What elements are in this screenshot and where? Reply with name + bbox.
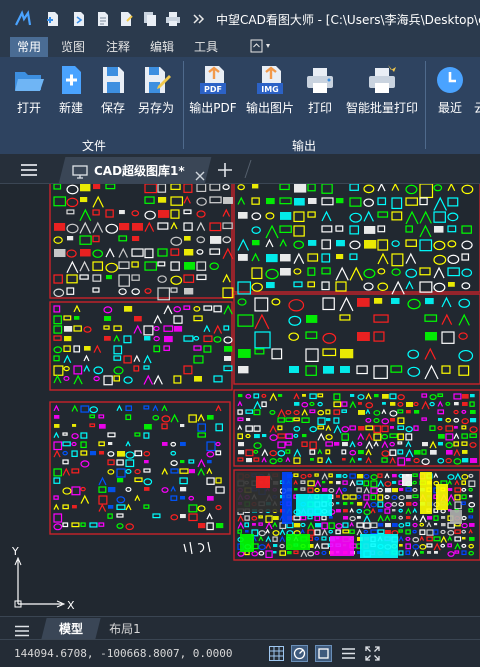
- pdf-export-icon: PDF: [197, 64, 229, 96]
- save-icon: [97, 64, 129, 96]
- ribbon-panel: 打开 新建 保存 另存为 文件 PDF 输出PDF IMG 输出图片 打印 智能…: [0, 57, 480, 154]
- tab-home[interactable]: 常用: [10, 37, 48, 57]
- cad-block-library: [53, 184, 478, 559]
- ucs-icon: Y X: [11, 545, 75, 612]
- printer-icon: [304, 64, 336, 96]
- ribbon-divider: [425, 61, 426, 149]
- ortho-toggle-icon[interactable]: [315, 645, 332, 662]
- save-button[interactable]: 保存: [95, 57, 131, 119]
- export-image-button[interactable]: IMG 输出图片: [244, 57, 296, 119]
- cloud-button-cutoff[interactable]: 云: [474, 99, 480, 116]
- batch-print-button[interactable]: 智能批量打印: [344, 57, 420, 119]
- close-tab-icon[interactable]: [195, 166, 205, 180]
- document-tab[interactable]: CAD超级图库1*: [62, 157, 208, 184]
- image-export-icon: IMG: [254, 64, 286, 96]
- open-file-icon[interactable]: [70, 10, 88, 28]
- ucs-x-label: X: [67, 599, 75, 612]
- save-as-icon: [140, 64, 172, 96]
- ribbon-tab-bar: 常用 览图 注释 编辑 工具: [0, 37, 480, 57]
- snap-toggle-icon[interactable]: [291, 645, 308, 662]
- grid-icon[interactable]: [268, 645, 285, 662]
- hamburger-menu-icon[interactable]: [20, 162, 38, 176]
- new-tab-button[interactable]: [218, 162, 232, 177]
- batch-print-icon: [366, 64, 398, 96]
- svg-text:PDF: PDF: [204, 85, 222, 94]
- document-tab-title: CAD超级图库1*: [94, 164, 185, 178]
- tab-annotate[interactable]: 注释: [99, 37, 137, 57]
- ucs-y-label: Y: [11, 545, 19, 558]
- export-pdf-button[interactable]: PDF 输出PDF: [188, 57, 238, 119]
- tab-edit[interactable]: 编辑: [143, 37, 181, 57]
- svg-text:IMG: IMG: [261, 85, 279, 94]
- ribbon-divider: [183, 61, 184, 149]
- app-logo-icon: [14, 10, 32, 28]
- layout-menu-icon[interactable]: [14, 622, 30, 637]
- print-icon[interactable]: [164, 10, 182, 28]
- drawing-canvas[interactable]: Y X: [0, 184, 480, 616]
- cursor-coordinates: 144094.6708, -100668.8007, 0.0000: [14, 647, 233, 660]
- tab-model[interactable]: 模型: [44, 620, 98, 637]
- status-bar: 144094.6708, -100668.8007, 0.0000: [0, 639, 480, 667]
- folder-open-icon: [13, 64, 45, 96]
- new-button[interactable]: 新建: [53, 57, 89, 119]
- layout-tab-bar: 模型 布局1: [0, 616, 480, 639]
- window-title: 中望CAD看图大师 - [C:\Users\李海兵\Desktop\c: [216, 13, 480, 27]
- title-bar: 中望CAD看图大师 - [C:\Users\李海兵\Desktop\c: [0, 0, 480, 37]
- output-group-label: 输出: [291, 139, 316, 153]
- recent-button[interactable]: 最近: [432, 57, 468, 119]
- file-group-label: 文件: [81, 139, 106, 153]
- print-button[interactable]: 打印: [304, 57, 336, 119]
- lineweight-icon[interactable]: [340, 645, 357, 662]
- clock-icon: [434, 64, 466, 96]
- cad-drawing[interactable]: Y X: [0, 184, 480, 616]
- tab-separator: [244, 159, 252, 179]
- fullscreen-icon[interactable]: [364, 645, 381, 662]
- tab-tools[interactable]: 工具: [187, 37, 225, 57]
- tab-layout1[interactable]: 布局1: [104, 620, 146, 637]
- save-as-icon[interactable]: [117, 10, 135, 28]
- save-as-button[interactable]: 另存为: [134, 57, 178, 119]
- document-tab-bar: CAD超级图库1*: [0, 154, 480, 184]
- document-icon[interactable]: [94, 10, 112, 28]
- more-chevrons-icon[interactable]: [190, 10, 208, 28]
- monitor-icon: [72, 164, 88, 179]
- copy-icon[interactable]: [141, 10, 159, 28]
- ribbon-collapse-button[interactable]: [250, 39, 274, 54]
- open-button[interactable]: 打开: [8, 57, 50, 119]
- new-file-icon: [55, 64, 87, 96]
- new-file-icon[interactable]: [44, 10, 62, 28]
- tab-view[interactable]: 览图: [54, 37, 92, 57]
